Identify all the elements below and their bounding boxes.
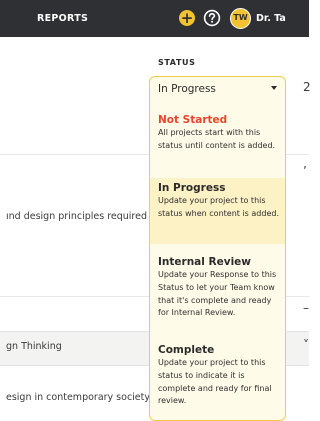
user-name[interactable]: Dr. Ta [256,13,286,24]
status-select[interactable]: In Progress [150,77,285,103]
status-selected-value: In Progress [158,83,216,95]
option-title: Internal Review [158,256,251,268]
right-edge-mark: ’ [303,164,307,178]
add-plus-icon[interactable]: + [179,10,195,26]
option-description: All projects start with this status unti… [158,128,276,150]
status-option-internal-review[interactable]: Internal Review Update your Response to … [150,252,285,324]
user-avatar[interactable]: TW [230,8,251,29]
right-edge-mark: – [303,301,309,315]
status-dropdown[interactable]: In Progress Not Started All projects sta… [149,76,286,421]
top-navigation-bar: REPORTS + TW Dr. Ta [0,0,309,37]
option-description: Update your Response to this Status to l… [158,270,277,318]
option-title: Not Started [158,114,228,126]
status-option-complete[interactable]: Complete Update your project to this sta… [150,340,285,412]
status-option-not-started[interactable]: Not Started All projects start with this… [150,110,285,157]
help-question-icon[interactable] [203,9,221,27]
option-description: Update your project to this status when … [158,196,279,218]
nav-reports-link[interactable]: REPORTS [37,13,88,24]
background-row-text: esign in contemporary society [6,392,150,403]
option-title: In Progress [158,182,226,194]
background-row-text: gn Thinking [6,341,62,352]
caret-down-icon [271,86,277,90]
status-heading: STATUS [158,58,196,67]
right-edge-mark: 2 [303,80,311,94]
option-description: Update your project to this status to in… [158,358,272,406]
background-row-text: ınd design principles required [6,211,147,222]
option-title: Complete [158,344,215,356]
right-edge-mark: ˅ [303,338,309,352]
status-option-in-progress[interactable]: In Progress Update your project to this … [150,178,285,244]
